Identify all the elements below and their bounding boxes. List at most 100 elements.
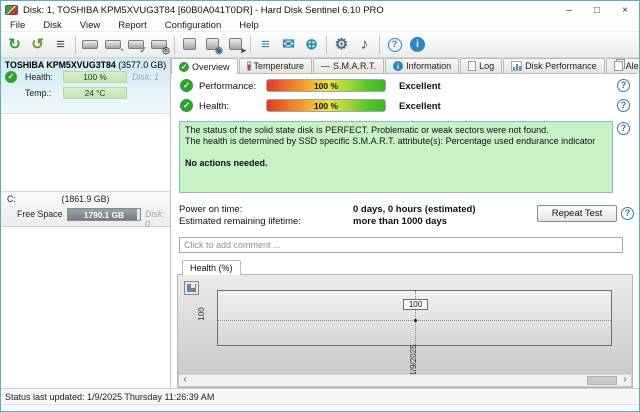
toolbar-separator — [174, 36, 175, 54]
chart-data-point — [414, 319, 417, 322]
disk-schedule-icon[interactable]: ◔ — [102, 33, 125, 56]
toolbar-separator — [75, 36, 76, 54]
sound-icon[interactable]: ♪ — [353, 33, 376, 56]
disk-capacity: (3577.0 GB) — [118, 60, 166, 70]
info-icon[interactable]: i — [406, 33, 429, 56]
health-label: Health: — [25, 72, 53, 82]
free-space-bar: 1790.1 GB — [67, 208, 141, 221]
performance-rating: Excellent — [399, 81, 441, 92]
thermometer-icon — [247, 61, 251, 71]
power-on-time-value: 0 days, 0 hours (estimated) — [353, 204, 475, 215]
health-help-icon[interactable]: ? — [617, 99, 630, 112]
close-button[interactable]: × — [611, 2, 639, 19]
health-rating: Excellent — [399, 101, 441, 112]
tab-information[interactable]: iInformation — [385, 58, 459, 73]
window-controls: – □ × — [555, 2, 639, 19]
tab-temperature[interactable]: Temperature — [239, 58, 313, 73]
toolbar: ↻ ↺ ≡ ◔ ✓ ◎ ◉ ▸ ≡ ✉ ⊕ ⚙ ♪ ? i — [1, 32, 639, 58]
repeat-test-help-icon[interactable]: ? — [621, 207, 634, 220]
title-bar: Disk: 1, TOSHIBA KPM5XVUG3T84 [60B0A041T… — [1, 1, 639, 19]
menu-file[interactable]: File — [1, 20, 34, 31]
remaining-lifetime-value: more than 1000 days — [353, 216, 447, 227]
save-chart-button[interactable] — [184, 281, 199, 295]
comment-input[interactable] — [179, 237, 623, 253]
removable-device-icon[interactable]: ▸ — [224, 33, 247, 56]
disk-surface-test-icon[interactable]: ◎ — [148, 33, 171, 56]
health-bar: 100 % — [266, 99, 386, 112]
disk-status-text-box: The status of the solid state disk is PE… — [179, 121, 613, 193]
chart-ytick: 100 — [197, 302, 207, 326]
status-line: No actions needed. — [185, 158, 607, 169]
scrollbar-thumb[interactable] — [587, 376, 617, 385]
performance-help-icon[interactable]: ? — [617, 79, 630, 92]
status-last-updated: Status last updated: 1/9/2025 Thursday 1… — [5, 392, 214, 402]
temp-label: Temp.: — [25, 88, 51, 98]
maximize-button[interactable]: □ — [583, 2, 611, 19]
tab-bar: ✓Overview Temperature ―S.M.A.R.T. iInfor… — [171, 58, 638, 74]
partition-capacity: (1861.9 GB) — [1, 194, 170, 204]
health-ok-icon: ✓ — [180, 99, 193, 112]
refresh-icon[interactable]: ↻ — [3, 33, 26, 56]
menu-disk[interactable]: Disk — [34, 20, 70, 31]
tab-label: Log — [479, 61, 494, 71]
status-line: The health is determined by SSD specific… — [185, 136, 607, 147]
disk-ok-icon[interactable]: ✓ — [125, 33, 148, 56]
health-bar: 100 % — [63, 71, 127, 83]
disk-icon[interactable] — [79, 33, 102, 56]
overview-panel: ✓ Performance: 100 % Excellent ? ✓ Healt… — [171, 74, 638, 388]
window-title: Disk: 1, TOSHIBA KPM5XVUG3T84 [60B0A041T… — [23, 5, 384, 16]
remaining-lifetime-label: Estimated remaining lifetime: — [179, 216, 301, 227]
help-icon[interactable]: ? — [383, 33, 406, 56]
partition-free-space-row: Free Space 1790.1 GB Disk: 0 — [1, 207, 170, 223]
tab-label: Information — [406, 61, 451, 71]
scroll-right-icon[interactable]: › — [619, 375, 631, 386]
repeat-test-button[interactable]: Repeat Test — [537, 205, 617, 222]
attributes-icon: ― — [321, 61, 330, 71]
app-icon — [5, 5, 18, 15]
toolbar-separator — [379, 36, 380, 54]
partition-header: C: (1861.9 GB) — [1, 192, 170, 207]
check-circle-icon: ✓ — [179, 62, 189, 72]
tab-overview[interactable]: ✓Overview — [171, 58, 238, 74]
performance-label: Performance: — [199, 81, 256, 92]
disk-number: Disk: 1 — [132, 72, 159, 82]
report-icon[interactable]: ≡ — [254, 33, 277, 56]
tab-smart[interactable]: ―S.M.A.R.T. — [313, 58, 384, 73]
menu-bar: File Disk View Report Configuration Help — [1, 19, 639, 32]
status-help-icon[interactable]: ? — [617, 122, 630, 135]
tab-disk-performance[interactable]: Disk Performance — [503, 58, 605, 73]
tab-label: Overview — [192, 62, 230, 72]
status-bar: Status last updated: 1/9/2025 Thursday 1… — [1, 388, 639, 411]
minimize-button[interactable]: – — [555, 2, 583, 19]
rescan-disks-icon[interactable]: ↺ — [26, 33, 49, 56]
disk-list-sidebar: TOSHIBA KPM5XVUG3T84 (3577.0 GB) ✓ Healt… — [1, 58, 171, 388]
usb-device-icon[interactable] — [178, 33, 201, 56]
disk-ok-icon: ✓ — [5, 71, 17, 83]
menu-view[interactable]: View — [71, 20, 109, 31]
menu-report[interactable]: Report — [109, 20, 156, 31]
detect-disks-icon[interactable]: ≡ — [49, 33, 72, 56]
menu-configuration[interactable]: Configuration — [156, 20, 231, 31]
toolbar-separator — [250, 36, 251, 54]
remote-monitoring-icon[interactable]: ⊕ — [300, 33, 323, 56]
chart-scrollbar[interactable]: ‹ › — [179, 374, 631, 386]
chart-point-label: 100 — [403, 299, 428, 310]
disk-list-item[interactable]: TOSHIBA KPM5XVUG3T84 (3577.0 GB) ✓ Healt… — [1, 58, 170, 114]
tab-health-history[interactable]: Health (%) — [182, 260, 241, 275]
tab-label: Disk Performance — [525, 61, 597, 71]
tab-log[interactable]: Log — [460, 58, 502, 73]
health-history-chart: 100 100 1/9/2025 ‹ › — [177, 274, 633, 388]
performance-ok-icon: ✓ — [180, 79, 193, 92]
camera-device-icon[interactable]: ◉ — [201, 33, 224, 56]
partition-list-item[interactable]: C: (1861.9 GB) Free Space 1790.1 GB Disk… — [1, 191, 170, 227]
toolbar-separator — [326, 36, 327, 54]
tab-alerts[interactable]: Alerts — [606, 58, 640, 73]
scroll-left-icon[interactable]: ‹ — [179, 375, 191, 386]
performance-bar: 100 % — [266, 79, 386, 92]
partition-disk-number: Disk: 0 — [145, 209, 170, 229]
temp-bar: 24 °C — [63, 87, 127, 99]
settings-icon[interactable]: ⚙ — [330, 33, 353, 56]
email-icon[interactable]: ✉ — [277, 33, 300, 56]
menu-help[interactable]: Help — [230, 20, 268, 31]
free-space-value: 1790.1 GB — [68, 209, 140, 220]
